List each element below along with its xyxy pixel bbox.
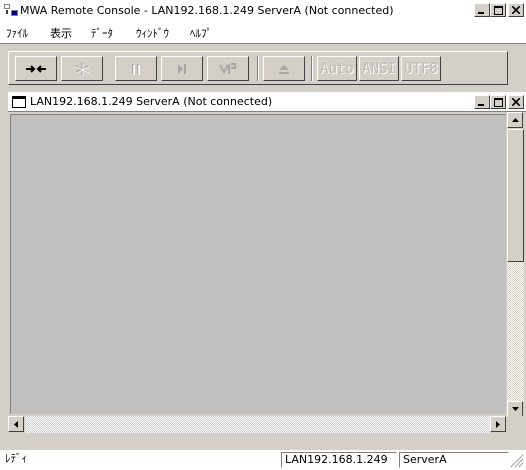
horizontal-scrollbar[interactable] (8, 416, 507, 433)
utf8-button[interactable]: UTF8 (401, 56, 441, 81)
auto-label: Auto (320, 60, 354, 77)
arrow-down-icon (511, 407, 519, 411)
minimize-button[interactable] (474, 3, 490, 17)
pause-icon (132, 63, 140, 75)
minimize-icon (478, 12, 484, 14)
pause-button[interactable] (115, 56, 157, 81)
status-server: ServerA (399, 452, 509, 468)
resize-grip-icon[interactable] (510, 454, 524, 468)
menu-view[interactable]: 表示 (50, 25, 72, 41)
status-bar: ﾚﾃﾞｨ LAN192.168.1.249 ServerA (0, 450, 526, 470)
close-icon (512, 98, 520, 106)
menu-window[interactable]: ｳｨﾝﾄﾞｳ (136, 25, 169, 41)
vertical-scrollbar[interactable] (507, 112, 524, 418)
eject-button[interactable] (263, 56, 305, 81)
auto-button[interactable]: Auto (317, 56, 357, 81)
maximize-icon (493, 97, 503, 107)
ansi-label: ANSI (362, 60, 396, 77)
reset-icon (219, 62, 236, 74)
menu-file[interactable]: ﾌｧｲﾙ (6, 25, 28, 41)
menu-data[interactable]: ﾃﾞｰﾀ (91, 25, 113, 41)
step-button[interactable] (161, 56, 203, 81)
vertical-scroll-thumb[interactable] (507, 129, 524, 262)
size-grip-corner (507, 416, 524, 433)
window-title: MWA Remote Console - LAN192.168.1.249 Se… (20, 4, 394, 17)
toolbar-separator (257, 56, 259, 81)
close-button[interactable] (508, 3, 524, 17)
status-ready: ﾚﾃﾞｨ (5, 452, 27, 465)
maximize-button[interactable] (490, 3, 506, 17)
ansi-button[interactable]: ANSI (359, 56, 399, 81)
console-output-area[interactable] (10, 114, 506, 414)
connect-button[interactable] (15, 56, 57, 81)
child-maximize-button[interactable] (490, 95, 506, 109)
app-icon (4, 4, 18, 16)
console-window-icon (12, 96, 26, 108)
disconnect-star-icon (75, 62, 90, 76)
close-icon (512, 6, 520, 14)
arrow-up-icon (511, 118, 519, 122)
main-window: MWA Remote Console - LAN192.168.1.249 Se… (0, 0, 526, 470)
disconnect-button[interactable] (61, 56, 103, 81)
console-child-window: LAN192.168.1.249 ServerA (Not connected) (8, 92, 526, 450)
horizontal-scroll-track[interactable] (25, 416, 490, 433)
title-bar[interactable]: MWA Remote Console - LAN192.168.1.249 Se… (0, 0, 526, 21)
toolbar: Auto ANSI UTF8 (0, 43, 526, 90)
scroll-down-button[interactable] (507, 401, 523, 417)
scroll-right-button[interactable] (490, 416, 506, 432)
menu-help[interactable]: ﾍﾙﾌﾟ (190, 25, 212, 41)
step-icon (178, 63, 186, 74)
scroll-up-button[interactable] (507, 112, 523, 128)
connect-arrows-icon (26, 64, 46, 73)
child-close-button[interactable] (508, 95, 524, 109)
status-address: LAN192.168.1.249 (281, 452, 397, 468)
child-window-title: LAN192.168.1.249 ServerA (Not connected) (30, 95, 273, 108)
minimize-icon (478, 104, 484, 106)
child-minimize-button[interactable] (474, 95, 490, 109)
reset-button[interactable] (207, 56, 249, 81)
arrow-left-icon (14, 420, 18, 428)
toolbar-separator (311, 56, 313, 81)
toolbar-band: Auto ANSI UTF8 (8, 51, 508, 85)
child-title-bar[interactable]: LAN192.168.1.249 ServerA (Not connected) (8, 92, 526, 112)
utf8-label: UTF8 (404, 60, 438, 77)
maximize-icon (493, 5, 503, 15)
menu-bar: ﾌｧｲﾙ 表示 ﾃﾞｰﾀ ｳｨﾝﾄﾞｳ ﾍﾙﾌﾟ (0, 21, 526, 43)
arrow-right-icon (496, 420, 500, 428)
scroll-left-button[interactable] (8, 416, 24, 432)
eject-icon (279, 64, 289, 74)
